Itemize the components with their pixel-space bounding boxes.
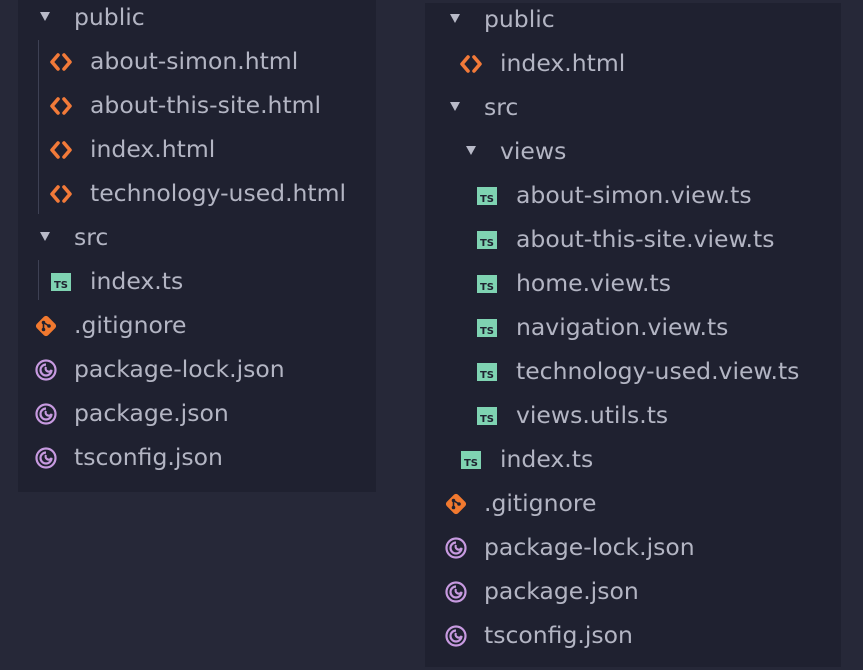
tree-item-label: .gitignore bbox=[484, 489, 597, 517]
tree-item-label: home.view.ts bbox=[516, 269, 671, 297]
tree-file-about-simon-view-ts[interactable]: TS about-simon.view.ts bbox=[425, 174, 841, 218]
tree-item-label: index.ts bbox=[500, 445, 594, 473]
svg-text:TS: TS bbox=[480, 370, 494, 381]
tree-folder-public[interactable]: public bbox=[18, 0, 376, 40]
tree-item-label: package.json bbox=[484, 577, 639, 605]
tree-file-index-ts[interactable]: TS index.ts bbox=[18, 260, 376, 304]
npm-icon bbox=[34, 358, 58, 382]
file-explorer-right: public index.html src views TS about-sim… bbox=[425, 3, 841, 667]
tree-folder-views[interactable]: views bbox=[425, 130, 841, 174]
tree-file-package-json[interactable]: package.json bbox=[425, 570, 841, 614]
tree-file-tsconfig-json[interactable]: tsconfig.json bbox=[425, 614, 841, 658]
ts-icon: TS bbox=[476, 318, 498, 338]
expanded-arrow-icon[interactable] bbox=[450, 102, 460, 111]
npm-icon bbox=[444, 624, 468, 648]
tree-item-label: .gitignore bbox=[74, 311, 187, 339]
tree-item-label: index.html bbox=[500, 49, 626, 77]
tree-file-about-this-site-html[interactable]: about-this-site.html bbox=[18, 84, 376, 128]
tree-file-technology-used-html[interactable]: technology-used.html bbox=[18, 172, 376, 216]
git-icon bbox=[444, 492, 468, 516]
html-icon bbox=[50, 184, 72, 204]
ts-icon: TS bbox=[476, 186, 498, 206]
ts-icon: TS bbox=[476, 230, 498, 250]
html-icon bbox=[50, 140, 72, 160]
tree-item-label: src bbox=[74, 223, 109, 251]
tree-item-label: src bbox=[484, 93, 519, 121]
tree-file-views-utils-ts[interactable]: TS views.utils.ts bbox=[425, 394, 841, 438]
npm-icon bbox=[34, 402, 58, 426]
html-icon bbox=[50, 96, 72, 116]
expanded-arrow-icon[interactable] bbox=[466, 146, 476, 155]
tree-item-label: about-simon.html bbox=[90, 47, 299, 75]
tree-item-label: tsconfig.json bbox=[74, 443, 223, 471]
tree-item-label: index.html bbox=[90, 135, 216, 163]
tree-item-label: package.json bbox=[74, 399, 229, 427]
ts-icon: TS bbox=[476, 406, 498, 426]
expanded-arrow-icon[interactable] bbox=[40, 232, 50, 241]
tree-file-package-json[interactable]: package.json bbox=[18, 392, 376, 436]
tree-item-label: public bbox=[74, 3, 145, 31]
file-explorer-left: public about-simon.html about-this-site.… bbox=[18, 0, 376, 492]
tree-item-label: navigation.view.ts bbox=[516, 313, 729, 341]
html-icon bbox=[460, 54, 482, 74]
expanded-arrow-icon[interactable] bbox=[450, 14, 460, 23]
svg-text:TS: TS bbox=[480, 194, 494, 205]
svg-text:TS: TS bbox=[480, 282, 494, 293]
tree-item-label: views bbox=[500, 137, 567, 165]
tree-folder-src[interactable]: src bbox=[18, 216, 376, 260]
tree-item-label: package-lock.json bbox=[74, 355, 285, 383]
svg-text:TS: TS bbox=[54, 280, 68, 291]
tree-folder-src[interactable]: src bbox=[425, 86, 841, 130]
tree-file-about-simon-html[interactable]: about-simon.html bbox=[18, 40, 376, 84]
tree-file-technology-used-view-ts[interactable]: TS technology-used.view.ts bbox=[425, 350, 841, 394]
tree-item-label: technology-used.html bbox=[90, 179, 347, 207]
tree-file-tsconfig-json[interactable]: tsconfig.json bbox=[18, 436, 376, 480]
tree-file-package-lock-json[interactable]: package-lock.json bbox=[425, 526, 841, 570]
git-icon bbox=[34, 314, 58, 338]
tree-item-label: about-simon.view.ts bbox=[516, 181, 752, 209]
tree-file-gitignore[interactable]: .gitignore bbox=[18, 304, 376, 348]
npm-icon bbox=[444, 536, 468, 560]
tree-item-label: index.ts bbox=[90, 267, 184, 295]
tree-file-package-lock-json[interactable]: package-lock.json bbox=[18, 348, 376, 392]
svg-text:TS: TS bbox=[464, 458, 478, 469]
tree-item-label: about-this-site.html bbox=[90, 91, 322, 119]
tree-file-index-html[interactable]: index.html bbox=[425, 42, 841, 86]
tree-item-label: technology-used.view.ts bbox=[516, 357, 800, 385]
tree-file-navigation-view-ts[interactable]: TS navigation.view.ts bbox=[425, 306, 841, 350]
ts-icon: TS bbox=[476, 362, 498, 382]
expanded-arrow-icon[interactable] bbox=[40, 12, 50, 21]
ts-icon: TS bbox=[50, 272, 72, 292]
tree-file-gitignore[interactable]: .gitignore bbox=[425, 482, 841, 526]
svg-text:TS: TS bbox=[480, 326, 494, 337]
tree-item-label: package-lock.json bbox=[484, 533, 695, 561]
ts-icon: TS bbox=[460, 450, 482, 470]
npm-icon bbox=[34, 446, 58, 470]
tree-file-home-view-ts[interactable]: TS home.view.ts bbox=[425, 262, 841, 306]
svg-text:TS: TS bbox=[480, 238, 494, 249]
html-icon bbox=[50, 52, 72, 72]
tree-file-about-this-site-view-ts[interactable]: TS about-this-site.view.ts bbox=[425, 218, 841, 262]
tree-item-label: views.utils.ts bbox=[516, 401, 669, 429]
tree-item-label: about-this-site.view.ts bbox=[516, 225, 775, 253]
npm-icon bbox=[444, 580, 468, 604]
tree-folder-public[interactable]: public bbox=[425, 0, 841, 42]
tree-file-index-ts[interactable]: TS index.ts bbox=[425, 438, 841, 482]
ts-icon: TS bbox=[476, 274, 498, 294]
tree-item-label: public bbox=[484, 5, 555, 33]
svg-text:TS: TS bbox=[480, 414, 494, 425]
tree-item-label: tsconfig.json bbox=[484, 621, 633, 649]
tree-file-index-html[interactable]: index.html bbox=[18, 128, 376, 172]
